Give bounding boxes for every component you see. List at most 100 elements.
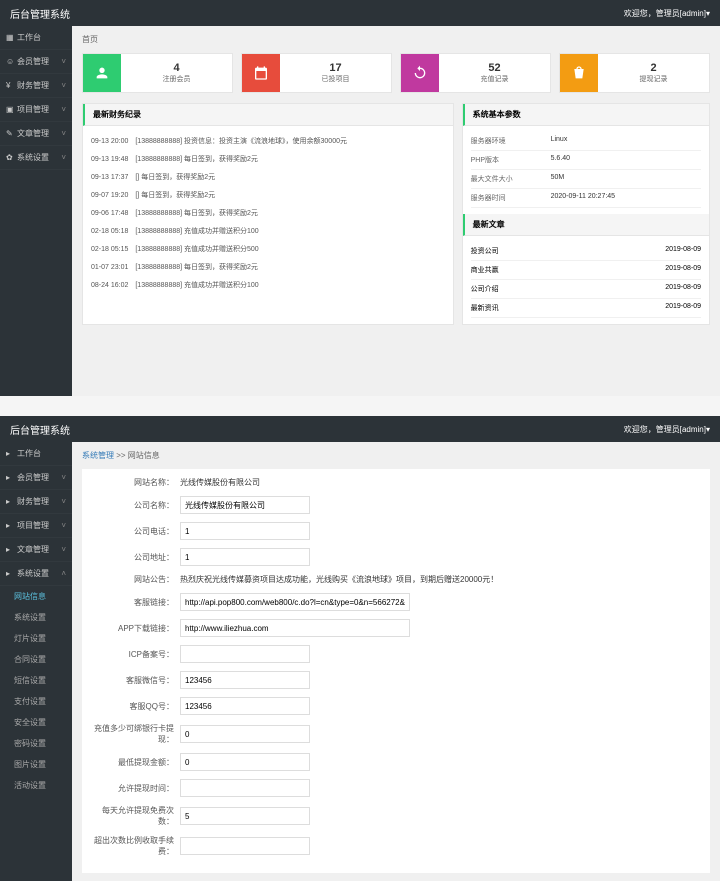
sidebar-item[interactable]: ▸工作台: [0, 442, 72, 466]
article-row[interactable]: 投资公司2019-08-09: [471, 242, 701, 261]
sidebar-item-finance[interactable]: ¥财务管理˅: [0, 74, 72, 98]
card-recharge[interactable]: 52充值记录: [400, 53, 551, 93]
input-company-name[interactable]: [180, 496, 310, 514]
label-notice: 网站公告：: [90, 574, 180, 585]
input-fee-rate[interactable]: [180, 837, 310, 855]
input-icp[interactable]: [180, 645, 310, 663]
card-projects[interactable]: 17已投项目: [241, 53, 392, 93]
info-row: 服务器时间2020-09-11 20:27:45: [471, 189, 701, 208]
money-icon: ¥: [6, 81, 14, 90]
sidebar-item[interactable]: ▸文章管理˅: [0, 538, 72, 562]
card-withdraw[interactable]: 2提现记录: [559, 53, 710, 93]
chevron-icon: ˅: [61, 497, 66, 506]
top-header: 后台管理系统 欢迎您，管理员[admin]▾: [0, 416, 720, 442]
log-row: 09-07 19:20 [] 每日签到，获得奖励2元: [91, 186, 445, 204]
sidebar-item[interactable]: ▸财务管理˅: [0, 490, 72, 514]
chevron-down-icon: ˅: [61, 57, 66, 66]
dashboard-icon: ▦: [6, 33, 14, 42]
log-row: 09-06 17:48 [13888888888] 每日签到，获得奖励2元: [91, 204, 445, 222]
sidebar-item[interactable]: ▸项目管理˅: [0, 514, 72, 538]
bag-icon: [560, 54, 598, 92]
sidebar-subitem[interactable]: 图片设置: [0, 754, 72, 775]
welcome-text[interactable]: 欢迎您，管理员[admin]▾: [624, 424, 710, 435]
chevron-icon: ˅: [61, 545, 66, 554]
sidebar-subitem[interactable]: 系统设置: [0, 607, 72, 628]
panel-title: 系统基本参数: [463, 104, 709, 126]
project-icon: ▣: [6, 105, 14, 114]
sidebar-item-system[interactable]: ✿系统设置˅: [0, 146, 72, 170]
input-wechat[interactable]: [180, 671, 310, 689]
label-site-name: 网站名称：: [90, 477, 180, 488]
sidebar-item-articles[interactable]: ✎文章管理˅: [0, 122, 72, 146]
sidebar-subitem[interactable]: 安全设置: [0, 712, 72, 733]
chevron-down-icon: ˅: [61, 81, 66, 90]
label-icp: ICP备案号：: [90, 649, 180, 660]
sidebar-subitem[interactable]: 灯片设置: [0, 628, 72, 649]
panel-title: 最新财务纪录: [83, 104, 453, 126]
sidebar-subitem[interactable]: 支付设置: [0, 691, 72, 712]
label-company-addr: 公司地址：: [90, 552, 180, 563]
sidebar-subitem[interactable]: 密码设置: [0, 733, 72, 754]
input-company-addr[interactable]: [180, 548, 310, 566]
menu-icon: ▸: [6, 473, 14, 482]
info-row: PHP版本5.6.40: [471, 151, 701, 170]
log-row: 02-18 05:18 [13888888888] 充值成功并赠送积分100: [91, 222, 445, 240]
input-min-withdraw[interactable]: [180, 753, 310, 771]
sidebar-subitem[interactable]: 网站信息: [0, 586, 72, 607]
input-app-link[interactable]: [180, 619, 410, 637]
user-icon: ☺: [6, 57, 14, 66]
label-min-withdraw: 最低提现金额：: [90, 757, 180, 768]
chevron-icon: ˄: [61, 569, 66, 578]
sidebar-subitem[interactable]: 短信设置: [0, 670, 72, 691]
label-wechat: 客服微信号：: [90, 675, 180, 686]
sidebar-subitem[interactable]: 活动设置: [0, 775, 72, 796]
article-row[interactable]: 公司介绍2019-08-09: [471, 280, 701, 299]
crumb-link[interactable]: 系统管理: [82, 451, 114, 460]
chevron-icon: ˅: [61, 521, 66, 530]
system-info-panel: 系统基本参数 服务器环境LinuxPHP版本5.6.40最大文件大小50M服务器…: [462, 103, 710, 325]
input-kefu-link[interactable]: [180, 593, 410, 611]
log-row: 01-07 23:01 [13888888888] 每日签到，获得奖励2元: [91, 258, 445, 276]
finance-log-panel: 最新财务纪录 09-13 20:00 [13888888888] 投资信息：投资…: [82, 103, 454, 325]
input-withdraw-time[interactable]: [180, 779, 310, 797]
sidebar-item[interactable]: ▸会员管理˅: [0, 466, 72, 490]
app-title: 后台管理系统: [10, 6, 70, 21]
menu-icon: ▸: [6, 497, 14, 506]
breadcrumb: 系统管理 >> 网站信息: [82, 450, 710, 461]
breadcrumb: 首页: [82, 34, 710, 45]
input-qq[interactable]: [180, 697, 310, 715]
menu-icon: ▸: [6, 521, 14, 530]
sidebar-subitem[interactable]: 合同设置: [0, 649, 72, 670]
label-qq: 客服QQ号：: [90, 701, 180, 712]
menu-icon: ▸: [6, 545, 14, 554]
log-row: 09-13 19:48 [13888888888] 每日签到，获得奖励2元: [91, 150, 445, 168]
sidebar-item-members[interactable]: ☺会员管理˅: [0, 50, 72, 74]
input-company-tel[interactable]: [180, 522, 310, 540]
card-members[interactable]: 4注册会员: [82, 53, 233, 93]
sidebar-item-projects[interactable]: ▣项目管理˅: [0, 98, 72, 122]
label-company-tel: 公司电话：: [90, 526, 180, 537]
value-notice: 热烈庆祝光线传媒募资项目达成功能，光线购买《流浪地球》项目，到期后赠送20000…: [180, 574, 498, 585]
chevron-down-icon: ˅: [61, 153, 66, 162]
main-content: 系统管理 >> 网站信息 网站名称：光线传媒股份有限公司 公司名称： 公司电话：…: [72, 442, 720, 881]
label-withdraw-time: 允许提现时间：: [90, 783, 180, 794]
user-icon: [83, 54, 121, 92]
menu-icon: ▸: [6, 569, 14, 578]
menu-icon: ▸: [6, 449, 14, 458]
app-title: 后台管理系统: [10, 422, 70, 437]
label-app-link: APP下载链接：: [90, 623, 180, 634]
sidebar-item[interactable]: ▸系统设置˄: [0, 562, 72, 586]
info-row: 服务器环境Linux: [471, 132, 701, 151]
input-bank-limit[interactable]: [180, 725, 310, 743]
label-free-times: 每天允许提现免费次数：: [90, 805, 180, 827]
info-row: 最大文件大小50M: [471, 170, 701, 189]
doc-icon: ✎: [6, 129, 14, 138]
article-row[interactable]: 最新资讯2019-08-09: [471, 299, 701, 318]
log-row: 09-13 20:00 [13888888888] 投资信息：投资主演《流浪地球…: [91, 132, 445, 150]
refresh-icon: [401, 54, 439, 92]
sidebar: ▦工作台 ☺会员管理˅ ¥财务管理˅ ▣项目管理˅ ✎文章管理˅ ✿系统设置˅: [0, 26, 72, 396]
chevron-down-icon: ˅: [61, 129, 66, 138]
article-row[interactable]: 商业共赢2019-08-09: [471, 261, 701, 280]
welcome-text[interactable]: 欢迎您，管理员[admin]▾: [624, 8, 710, 19]
sidebar-item-workbench[interactable]: ▦工作台: [0, 26, 72, 50]
